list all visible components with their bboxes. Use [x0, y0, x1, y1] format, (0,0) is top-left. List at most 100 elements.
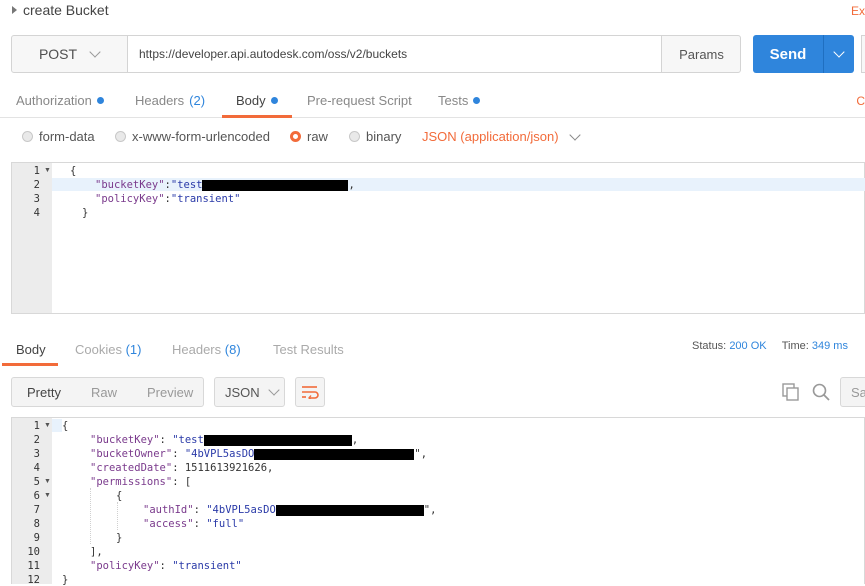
line-number: 3	[33, 193, 40, 205]
status-readout: Status: 200 OK Time: 349 ms	[692, 340, 848, 352]
line-number: 12	[27, 574, 40, 586]
json-key: "createdDate"	[90, 462, 173, 474]
redacted-block	[202, 179, 349, 191]
caret-right-icon[interactable]	[12, 6, 17, 14]
json-key: "authId"	[143, 504, 194, 516]
content-type-select[interactable]: JSON (application/json)	[422, 128, 581, 144]
code-line: "authId": "4bVPL5asDO ",	[143, 504, 437, 516]
wrap-lines-button[interactable]	[295, 377, 325, 407]
line-number: 8	[33, 518, 40, 530]
request-tabs	[0, 82, 865, 118]
request-name: create Bucket	[23, 2, 109, 18]
fold-arrow-icon[interactable]: ▼	[44, 492, 51, 499]
radio-label: form-data	[39, 129, 95, 144]
tab-label: Cookies	[75, 342, 122, 357]
radio-binary[interactable]: binary	[349, 129, 401, 144]
view-pretty-button[interactable]: Pretty	[12, 385, 76, 400]
response-tab-cookies[interactable]: Cookies (1)	[75, 342, 141, 357]
response-tab-headers[interactable]: Headers (8)	[172, 342, 241, 357]
url-input[interactable]: https://developer.api.autodesk.com/oss/v…	[128, 35, 661, 73]
radio-label: binary	[366, 129, 402, 144]
json-key: "permissions"	[90, 476, 173, 488]
radio-label: raw	[307, 129, 328, 144]
indicator-dot-icon	[473, 96, 481, 104]
json-key: "bucketKey"	[95, 179, 165, 191]
send-dropdown-button[interactable]	[823, 35, 854, 73]
examples-link-edge[interactable]: Ex	[851, 4, 865, 18]
tab-label: Tests	[438, 92, 469, 108]
radio-raw[interactable]: raw	[290, 129, 328, 144]
active-line-highlight	[52, 419, 62, 432]
json-value: "test	[170, 179, 203, 191]
radio-urlencoded[interactable]: x-www-form-urlencoded	[115, 129, 270, 144]
line-number: 1	[33, 420, 40, 432]
line-number: 9	[33, 532, 40, 544]
format-label: JSON	[225, 384, 260, 400]
tab-body[interactable]: Body	[236, 90, 278, 110]
time-value: 349 ms	[811, 340, 848, 352]
params-button[interactable]: Params	[661, 35, 741, 73]
wrap-lines-icon	[302, 386, 319, 399]
content-type-label: JSON (application/json)	[422, 129, 559, 144]
time-label: Time:	[781, 340, 809, 352]
json-value: "full"	[206, 518, 245, 530]
view-preview-button[interactable]: Preview	[132, 385, 208, 400]
json-key: "policyKey"	[95, 193, 165, 205]
save-button-edge[interactable]	[861, 35, 865, 73]
code-line: }	[82, 207, 89, 219]
redacted-block	[254, 448, 415, 460]
save-response-button[interactable]: Sav	[840, 377, 865, 407]
json-value: "test	[172, 434, 204, 446]
code-line: ],	[90, 546, 103, 558]
line-number: 4	[33, 462, 40, 474]
line-number: 5	[33, 476, 40, 488]
code-line: }	[116, 532, 123, 544]
redacted-block	[275, 504, 424, 516]
tab-authorization[interactable]: Authorization	[16, 90, 104, 110]
copy-icon[interactable]	[782, 383, 800, 406]
tab-headers[interactable]: Headers (2)	[135, 90, 205, 110]
code-line: "access": "full"	[143, 518, 245, 530]
radio-icon	[115, 131, 126, 142]
method-label: POST	[38, 46, 78, 62]
radio-form-data[interactable]: form-data	[22, 129, 95, 144]
json-value: "transient"	[172, 560, 242, 572]
indent-guide	[117, 502, 118, 530]
fold-arrow-icon[interactable]: ▼	[44, 167, 51, 174]
tab-label: Body	[236, 92, 266, 108]
line-number: 2	[33, 179, 40, 191]
active-tab-underline	[222, 115, 292, 118]
send-button[interactable]: Send	[753, 35, 823, 73]
code-line: {	[116, 490, 123, 502]
format-select[interactable]: JSON	[214, 377, 285, 407]
code-line: "bucketKey": "test,	[90, 434, 359, 446]
response-tab-test-results[interactable]: Test Results	[273, 342, 344, 357]
chevron-down-icon	[568, 128, 581, 141]
tab-label: Test Results	[273, 342, 344, 357]
fold-arrow-icon[interactable]: ▼	[44, 422, 51, 429]
view-mode-group: Pretty Raw Preview	[11, 377, 204, 407]
tab-label: Headers	[172, 342, 222, 357]
code-line: }	[62, 574, 69, 586]
body-type-options: form-data x-www-form-urlencoded raw bina…	[22, 128, 622, 147]
json-key: "bucketKey"	[90, 434, 160, 446]
search-icon[interactable]	[812, 383, 830, 406]
code-link-edge[interactable]: C	[856, 94, 865, 108]
response-tab-body[interactable]: Body	[16, 342, 46, 357]
tab-pre-request-script[interactable]: Pre-request Script	[307, 90, 412, 110]
method-select[interactable]: POST	[11, 35, 128, 73]
redacted-block	[203, 434, 352, 446]
view-raw-button[interactable]: Raw	[76, 385, 132, 400]
json-value: "4bVPL5asDO	[184, 448, 255, 460]
indent-guide	[90, 488, 91, 544]
tab-count: (1)	[125, 342, 142, 357]
chevron-down-icon	[89, 46, 101, 58]
tab-tests[interactable]: Tests	[438, 90, 481, 110]
fold-arrow-icon[interactable]: ▼	[44, 478, 51, 485]
code-line: {	[70, 165, 77, 177]
chevron-down-icon	[268, 384, 280, 396]
request-title[interactable]: create Bucket	[12, 2, 109, 18]
line-number: 1	[33, 165, 40, 177]
line-number: 4	[33, 207, 40, 219]
tab-label: Pre-request Script	[307, 92, 412, 108]
